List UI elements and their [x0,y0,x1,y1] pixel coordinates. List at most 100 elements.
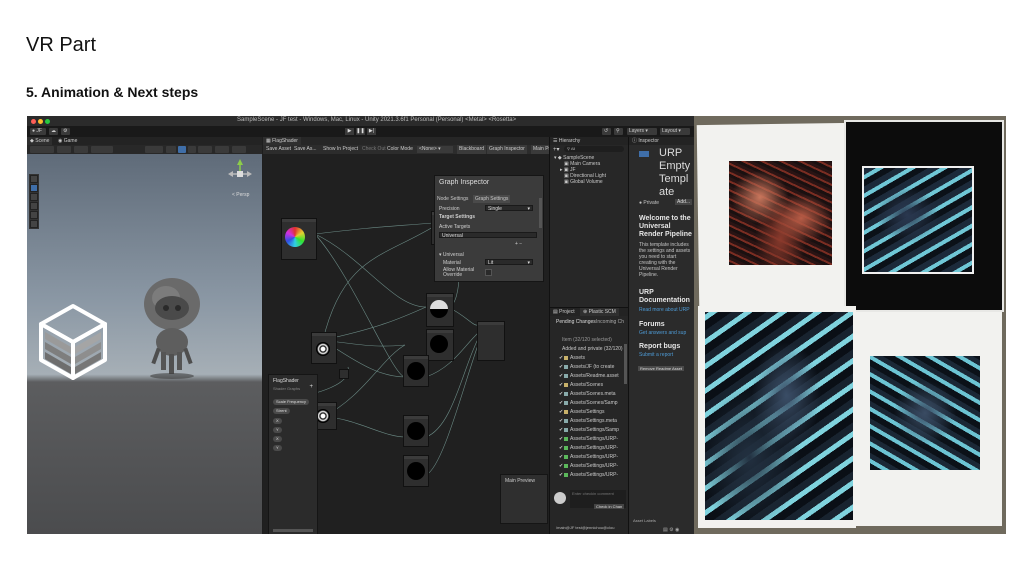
tab-pending-changes[interactable]: Pending Changes [556,319,596,325]
bugs-link[interactable]: Submit a report [639,352,673,358]
sphere-node-2[interactable] [426,293,454,327]
scale-tool-icon[interactable] [30,202,38,210]
add-target-button[interactable]: + − [515,241,522,247]
sphere-node-3[interactable] [426,329,454,361]
allow-override-checkbox[interactable] [485,269,492,276]
checkbox[interactable]: ✔ [559,427,563,433]
hierarchy-add-button[interactable]: +▾ [553,146,560,153]
noise-node-1[interactable] [311,332,337,364]
list-item[interactable]: Assets/Settings/URP- [570,436,618,442]
tab-node-settings[interactable]: Node Settings [437,195,468,203]
pivot-dropdown[interactable] [57,146,71,153]
list-item[interactable]: Assets/Settings/URP- [570,472,618,478]
blackboard-scrollbar[interactable] [273,529,313,532]
play-button[interactable]: ▶ [345,128,354,135]
minimize-window-button[interactable] [38,119,43,124]
grid-dropdown[interactable] [91,146,113,153]
checkbox[interactable]: ✔ [559,373,563,379]
global-dropdown[interactable] [74,146,88,153]
lighting-toggle[interactable] [178,146,186,153]
list-item[interactable]: Assets/JF (to create [570,364,614,370]
hierarchy-item-global-volume[interactable]: ▣ Global Volume [564,179,603,185]
blackboard-add-button[interactable]: + [309,384,313,390]
list-item[interactable]: Added and private (32/120) [562,346,623,352]
maximize-window-button[interactable] [45,119,50,124]
pause-button[interactable]: ❚❚ [356,128,365,135]
history-icon[interactable]: ↺ [602,128,611,135]
list-item[interactable]: Assets/Settings/Samp [570,427,619,433]
rotate-tool-icon[interactable] [30,193,38,201]
active-target-universal[interactable]: Universal [439,232,537,239]
cloud-icon[interactable]: ☁ [49,128,58,135]
property-y[interactable]: Y [273,427,282,433]
property-x[interactable]: X [273,418,282,424]
doc-link[interactable]: Read more about URP [639,307,690,313]
layers-dropdown[interactable]: Layers ▾ [627,128,657,135]
scene-viewport[interactable]: < Persp [27,154,262,534]
forums-link[interactable]: Get answers and sup [639,330,686,336]
tab-game[interactable]: ◉ Game [55,137,80,145]
account-dropdown[interactable]: ● JF [30,128,46,135]
small-node[interactable] [339,369,349,379]
checkbox[interactable]: ✔ [559,472,563,478]
sphere-node-6[interactable] [403,455,429,487]
search-icon[interactable]: ⚲ [614,128,623,135]
universal-section-header[interactable]: ▾ Universal [439,252,464,258]
list-item[interactable]: Assets/Settings [570,409,604,415]
list-item[interactable]: Assets/Settings/URP- [570,463,618,469]
precision-dropdown[interactable]: Single ▾ [485,205,533,212]
rect-tool-icon[interactable] [30,211,38,219]
checkbox[interactable]: ✔ [559,463,563,469]
add-button[interactable]: Add... [675,199,693,205]
remove-readme-button[interactable]: Remove Readme Asset [638,366,685,371]
checkin-button[interactable]: Check in Chan [594,504,625,509]
scene-gizmo-icon[interactable] [225,158,255,190]
material-dropdown[interactable]: Lit ▾ [485,259,533,266]
checkbox[interactable]: ✔ [559,445,563,451]
checkbox[interactable]: ✔ [559,391,563,397]
list-item[interactable]: Assets/Scenes/Samp [570,400,618,406]
checkbox[interactable]: ✔ [559,400,563,406]
layout-dropdown[interactable]: Layout ▾ [660,128,690,135]
graph-inspector-scrollbar[interactable] [539,198,542,228]
property-y-2[interactable]: Y [273,445,282,451]
move-tool-icon[interactable] [30,184,38,192]
hand-tool-icon[interactable] [30,175,38,183]
checkbox[interactable]: ✔ [559,382,563,388]
effects-dropdown[interactable] [198,146,212,153]
checkbox[interactable]: ✔ [559,409,563,415]
persp-label[interactable]: < Persp [232,192,249,198]
checkbox[interactable]: ✔ [559,454,563,460]
tab-project[interactable]: ▤ Project [550,308,578,316]
collab-icon[interactable]: ⚙ [61,128,70,135]
output-node[interactable] [477,321,505,361]
checkbox[interactable]: ✔ [559,436,563,442]
main-preview-panel[interactable]: Main Preview [500,474,548,524]
property-scale-frequency[interactable]: Scale Frequency [273,399,310,405]
checkbox[interactable]: ✔ [559,418,563,424]
tab-inspector[interactable]: ⓘ Inspector [629,137,662,145]
tab-hierarchy[interactable]: ☰ Hierarchy [550,137,583,145]
tab-scene[interactable]: ◆ Scene [27,137,53,145]
property-strent[interactable]: Strent [273,408,290,414]
tab-plastic-scm[interactable]: ⊕ Plastic SCM [580,308,619,316]
character-model[interactable] [132,272,212,382]
color-node[interactable] [281,218,317,260]
list-item[interactable]: Assets/Settings/URP- [570,445,618,451]
list-item[interactable]: Assets/Scenes.meta [570,391,616,397]
list-item[interactable]: Assets/Readme.asset [570,373,619,379]
camera-dropdown[interactable] [215,146,229,153]
tab-graph-settings[interactable]: Graph Settings [473,195,511,203]
list-item[interactable]: Assets [570,355,585,361]
hierarchy-search[interactable]: ⚲ All [564,146,624,152]
sphere-node-5[interactable] [403,415,429,447]
audio-toggle[interactable] [188,146,196,153]
gizmos-dropdown[interactable] [232,146,246,153]
tab-incoming-changes[interactable]: Incoming Ch [596,319,624,325]
sphere-node-4[interactable] [403,355,429,387]
2d-toggle[interactable] [166,146,176,153]
step-button[interactable]: ▶| [367,128,376,135]
checkbox[interactable]: ✔ [559,364,563,370]
draw-mode-dropdown[interactable] [30,146,54,153]
list-item[interactable]: Assets/Settings/URP- [570,454,618,460]
